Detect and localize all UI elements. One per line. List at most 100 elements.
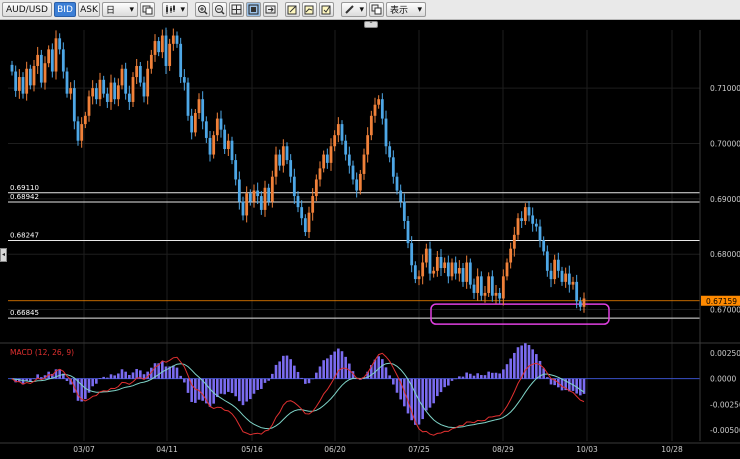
macd-bar xyxy=(582,378,586,394)
candle-body xyxy=(527,207,531,216)
candle-body xyxy=(138,65,142,83)
candle-body xyxy=(208,137,212,155)
candle-body xyxy=(303,218,307,233)
macd-bar xyxy=(487,371,490,379)
macd-bar xyxy=(568,378,571,392)
macd-bar xyxy=(69,378,72,385)
macd-bar xyxy=(450,378,454,381)
macd-bar xyxy=(29,378,32,382)
level-label: 0.68247 xyxy=(10,232,39,240)
level-label: 0.66845 xyxy=(10,309,39,317)
candle-body xyxy=(193,113,197,133)
bid-button[interactable]: BID xyxy=(54,2,76,17)
candle-body xyxy=(373,104,377,116)
macd-bar xyxy=(172,365,175,379)
candle-body xyxy=(424,248,428,263)
macd-bar xyxy=(135,368,138,379)
macd-bar xyxy=(36,374,39,379)
price-tick-label: 0.68000 xyxy=(710,250,740,259)
candle-body xyxy=(380,99,384,119)
symbol-label: AUD/USD xyxy=(6,4,48,15)
collapse-toolbar-button[interactable]: ⌃ xyxy=(364,21,378,28)
macd-bar xyxy=(340,351,344,379)
macd-bar xyxy=(461,376,465,379)
macd-bar xyxy=(359,378,362,380)
candle-body xyxy=(285,146,289,161)
candle-body xyxy=(571,281,575,285)
zoom-in-button[interactable] xyxy=(195,2,210,17)
candle-body xyxy=(109,82,113,102)
macd-bar xyxy=(362,377,366,379)
grid-toggle-button[interactable] xyxy=(246,2,261,17)
crosshair-button[interactable] xyxy=(229,2,244,17)
date-tick-label: 10/28 xyxy=(661,445,683,454)
candle-body xyxy=(83,115,87,125)
macd-bar xyxy=(219,378,223,394)
symbol-select[interactable]: AUD/USD xyxy=(2,2,52,17)
candle-body xyxy=(223,129,227,150)
date-tick-label: 07/25 xyxy=(408,445,430,454)
copy-button[interactable] xyxy=(369,2,384,17)
candle-body xyxy=(472,284,476,293)
draw-tool-button-2[interactable] xyxy=(302,2,317,17)
candle-body xyxy=(36,54,40,66)
macd-bar xyxy=(465,372,468,379)
display-menu-button[interactable]: 表示 ▾ xyxy=(386,2,426,17)
macd-bar xyxy=(227,378,230,392)
candle-body xyxy=(146,68,150,97)
macd-bar xyxy=(252,378,256,394)
candle-body xyxy=(43,63,47,83)
candle-body xyxy=(237,179,241,202)
macd-bar xyxy=(113,375,116,379)
expand-left-panel-button[interactable]: ◂ xyxy=(0,248,7,262)
candle-body xyxy=(575,281,579,302)
macd-bar xyxy=(260,378,263,389)
macd-bar xyxy=(395,378,399,393)
pen-tool-select[interactable]: ▾ xyxy=(341,2,367,17)
chart-settings-button[interactable] xyxy=(140,2,155,17)
candle-body xyxy=(98,79,102,100)
date-tick-label: 04/11 xyxy=(156,445,178,454)
candle-body xyxy=(556,259,560,271)
macd-bar xyxy=(150,367,153,379)
macd-bar xyxy=(183,378,186,383)
copy-icon xyxy=(371,4,382,15)
candle-body xyxy=(256,190,260,197)
period-select[interactable]: 日 ▾ xyxy=(102,2,138,17)
candle-body xyxy=(311,196,315,213)
scroll-end-button[interactable] xyxy=(263,2,278,17)
draw-tool-button-1[interactable] xyxy=(285,2,300,17)
candle-body xyxy=(116,85,120,100)
macd-bar xyxy=(58,369,61,379)
macd-bar xyxy=(285,355,289,379)
macd-bar xyxy=(263,378,267,383)
candle-body xyxy=(201,99,205,122)
draw-tool-button-3[interactable] xyxy=(319,2,334,17)
date-tick-label: 05/16 xyxy=(241,445,263,454)
macd-bar xyxy=(230,378,234,394)
macd-bar xyxy=(175,367,179,379)
macd-bar xyxy=(293,365,296,379)
candle-body xyxy=(384,118,388,147)
candle-body xyxy=(50,49,54,72)
candle-body xyxy=(421,262,425,277)
macd-bar xyxy=(139,370,142,379)
candle-body xyxy=(124,68,128,94)
candle-body xyxy=(355,179,359,191)
candle-body xyxy=(281,146,285,166)
candle-body xyxy=(226,140,230,150)
candle-body xyxy=(509,248,513,263)
candle-body xyxy=(160,35,164,53)
chart-type-select[interactable]: ▾ xyxy=(162,2,188,17)
candle-body xyxy=(204,121,208,138)
candle-body xyxy=(399,190,403,202)
level-label: 0.69110 xyxy=(10,184,39,192)
chevron-down-icon: ▾ xyxy=(180,4,185,15)
zoom-out-button[interactable] xyxy=(212,2,227,17)
ask-button[interactable]: ASK xyxy=(78,2,100,17)
macd-bar xyxy=(549,378,553,385)
candle-body xyxy=(14,71,18,91)
candle-body xyxy=(377,99,381,105)
candle-body xyxy=(259,196,263,210)
candle-body xyxy=(336,124,340,136)
